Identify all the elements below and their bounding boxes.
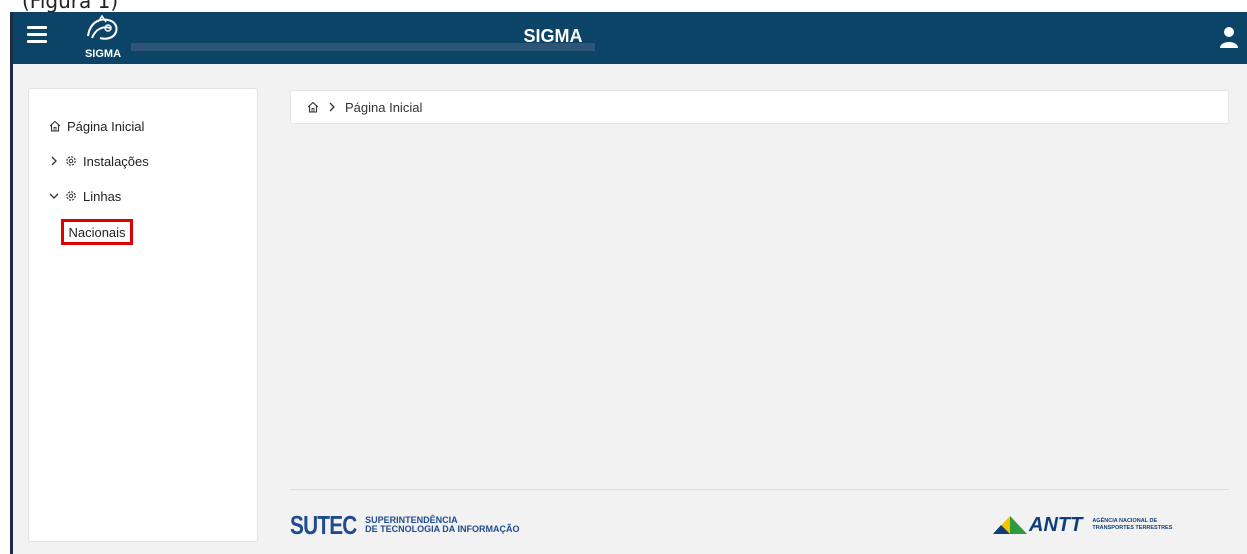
footer-divider bbox=[290, 489, 1229, 490]
sidebar-item-label: Linhas bbox=[83, 188, 122, 204]
sidebar-item-pagina-inicial[interactable]: Página Inicial bbox=[49, 116, 144, 136]
antt-logo: ANTT AGÊNCIA NACIONAL DE TRANSPORTES TER… bbox=[991, 512, 1172, 538]
sigma-logo: SIGMA bbox=[78, 14, 128, 60]
home-icon[interactable] bbox=[307, 101, 319, 113]
user-icon[interactable] bbox=[1220, 26, 1238, 48]
antt-line-1: AGÊNCIA NACIONAL DE bbox=[1092, 518, 1158, 524]
chevron-right-icon bbox=[51, 156, 57, 166]
document-caption: (Figura 1) bbox=[22, 0, 119, 12]
antt-subtitle: AGÊNCIA NACIONAL DE TRANSPORTES TERRESTR… bbox=[1092, 518, 1172, 532]
chevron-down-icon bbox=[49, 193, 59, 199]
sidebar-subitem-nacionais[interactable]: Nacionais bbox=[61, 219, 133, 245]
sidebar-subitem-label: Nacionais bbox=[68, 224, 126, 240]
home-icon bbox=[49, 120, 61, 132]
document-fragment: (Figura 1) bbox=[0, 0, 1247, 12]
sutec-wordmark: SUTEC bbox=[290, 509, 357, 540]
sutec-subtitle: SUPERINTENDÊNCIA DE TECNOLOGIA DA INFORM… bbox=[365, 516, 519, 534]
top-bar: SIGMA SIGMA bbox=[13, 12, 1247, 64]
sidebar-item-label: Instalações bbox=[83, 153, 149, 169]
antt-wordmark: ANTT bbox=[1029, 513, 1083, 536]
app-title: SIGMA bbox=[523, 26, 583, 46]
antt-line-2: TRANSPORTES TERRESTRES bbox=[1092, 525, 1173, 531]
hamburger-icon[interactable] bbox=[27, 26, 47, 44]
chevron-right-icon bbox=[329, 102, 335, 112]
breadcrumb-current: Página Inicial bbox=[345, 99, 423, 115]
app-window: SIGMA SIGMA Página Inicial Instalações L… bbox=[10, 12, 1247, 554]
logo-text: SIGMA bbox=[84, 48, 122, 60]
sidebar-item-instalacoes[interactable]: Instalações bbox=[49, 151, 149, 171]
gear-icon bbox=[66, 191, 76, 201]
breadcrumb: Página Inicial bbox=[290, 90, 1229, 124]
sidebar: Página Inicial Instalações Linhas Nacion… bbox=[28, 88, 258, 542]
sutec-logo: SUTEC SUPERINTENDÊNCIA DE TECNOLOGIA DA … bbox=[290, 509, 519, 540]
sigma-emblem-icon bbox=[87, 14, 118, 40]
sidebar-item-linhas[interactable]: Linhas bbox=[49, 186, 121, 206]
sidebar-item-label: Página Inicial bbox=[67, 118, 145, 134]
sutec-line-2: DE TECNOLOGIA DA INFORMAÇÃO bbox=[365, 524, 520, 534]
gear-icon bbox=[66, 156, 76, 166]
antt-emblem-icon bbox=[993, 516, 1027, 534]
